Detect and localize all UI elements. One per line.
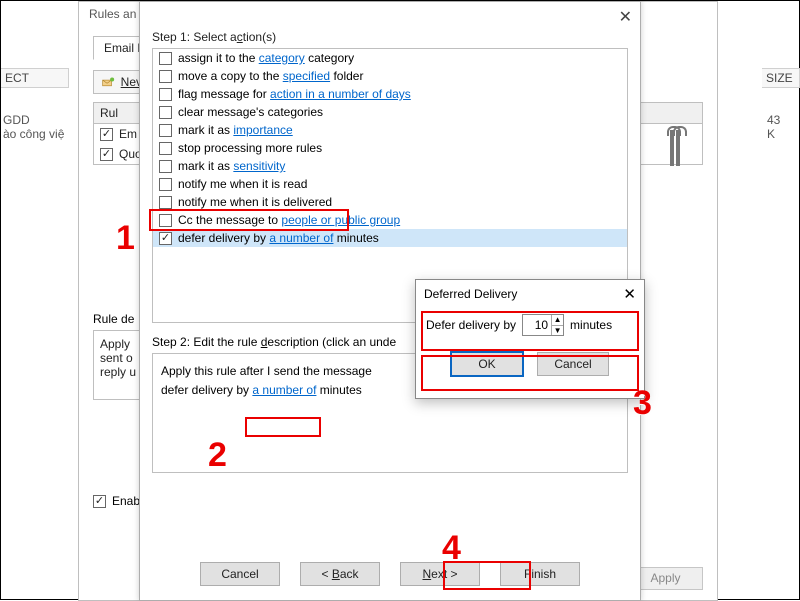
action-checkbox[interactable] — [159, 214, 172, 227]
spin-down-icon[interactable]: ▼ — [552, 326, 563, 336]
action-checkbox[interactable] — [159, 178, 172, 191]
action-checkbox[interactable] — [159, 106, 172, 119]
desc-number-link[interactable]: a number of — [252, 383, 316, 397]
rule-name: Em — [119, 127, 137, 141]
action-defer-delivery[interactable]: defer delivery by a number of minutes — [153, 229, 627, 247]
checkbox-icon — [93, 495, 106, 508]
col-size[interactable]: SIZE — [762, 68, 800, 88]
deferred-delivery-dialog: Deferred Delivery ✕ Defer delivery by ▲▼… — [415, 279, 645, 399]
action-notify-delivered[interactable]: notify me when it is delivered — [153, 193, 627, 211]
action-cc[interactable]: Cc the message to people or public group — [153, 211, 627, 229]
sensitivity-link[interactable]: sensitivity — [233, 159, 285, 173]
enable-label: Enab — [112, 494, 140, 508]
action-assign-category[interactable]: assign it to the category category — [153, 49, 627, 67]
defer-label-post: minutes — [570, 318, 612, 332]
action-mark-importance[interactable]: mark it as importance — [153, 121, 627, 139]
minutes-input[interactable] — [523, 315, 551, 335]
msg-preview: ào công việ — [1, 127, 64, 141]
msg-size: 43 K — [767, 113, 780, 141]
action-stop-processing[interactable]: stop processing more rules — [153, 139, 627, 157]
action-checkbox[interactable] — [159, 142, 172, 155]
folder-link[interactable]: specified — [283, 69, 330, 83]
action-clear-categories[interactable]: clear message's categories — [153, 103, 627, 121]
action-checkbox[interactable] — [159, 232, 172, 245]
action-move-copy[interactable]: move a copy to the specified folder — [153, 67, 627, 85]
defer-label-pre: Defer delivery by — [426, 318, 516, 332]
action-checkbox[interactable] — [159, 88, 172, 101]
action-flag[interactable]: flag message for action in a number of d… — [153, 85, 627, 103]
enable-rules-checkbox[interactable]: Enab — [93, 494, 140, 508]
rule-checkbox[interactable] — [100, 128, 113, 141]
defer-minutes-link[interactable]: a number of — [269, 231, 333, 245]
importance-link[interactable]: importance — [233, 123, 292, 137]
col-subject[interactable]: ECT — [1, 68, 69, 88]
msg-subject: GDD — [1, 113, 64, 127]
close-button[interactable]: ✕ — [623, 285, 636, 303]
flag-link[interactable]: action in a number of days — [270, 87, 411, 101]
next-button[interactable]: Next > — [400, 562, 480, 586]
deferred-title: Deferred Delivery — [424, 287, 517, 301]
close-button[interactable]: ✕ — [619, 7, 632, 27]
action-checkbox[interactable] — [159, 196, 172, 209]
cancel-button[interactable]: Cancel — [200, 562, 280, 586]
action-checkbox[interactable] — [159, 124, 172, 137]
category-link[interactable]: category — [259, 51, 305, 65]
action-mark-sensitivity[interactable]: mark it as sensitivity — [153, 157, 627, 175]
action-checkbox[interactable] — [159, 52, 172, 65]
rule-checkbox[interactable] — [100, 148, 113, 161]
cc-link[interactable]: people or public group — [281, 213, 400, 227]
minutes-spinner[interactable]: ▲▼ — [522, 314, 564, 336]
action-checkbox[interactable] — [159, 160, 172, 173]
action-checkbox[interactable] — [159, 70, 172, 83]
cancel-button[interactable]: Cancel — [537, 352, 609, 376]
step1-label: Step 1: Select action(s) — [140, 30, 640, 48]
finish-button[interactable]: Finish — [500, 562, 580, 586]
action-notify-read[interactable]: notify me when it is read — [153, 175, 627, 193]
ok-button[interactable]: OK — [451, 352, 523, 376]
new-rule-icon — [102, 74, 115, 90]
spin-up-icon[interactable]: ▲ — [552, 315, 563, 326]
back-button[interactable]: < Back — [300, 562, 380, 586]
tools-icon — [655, 130, 695, 180]
